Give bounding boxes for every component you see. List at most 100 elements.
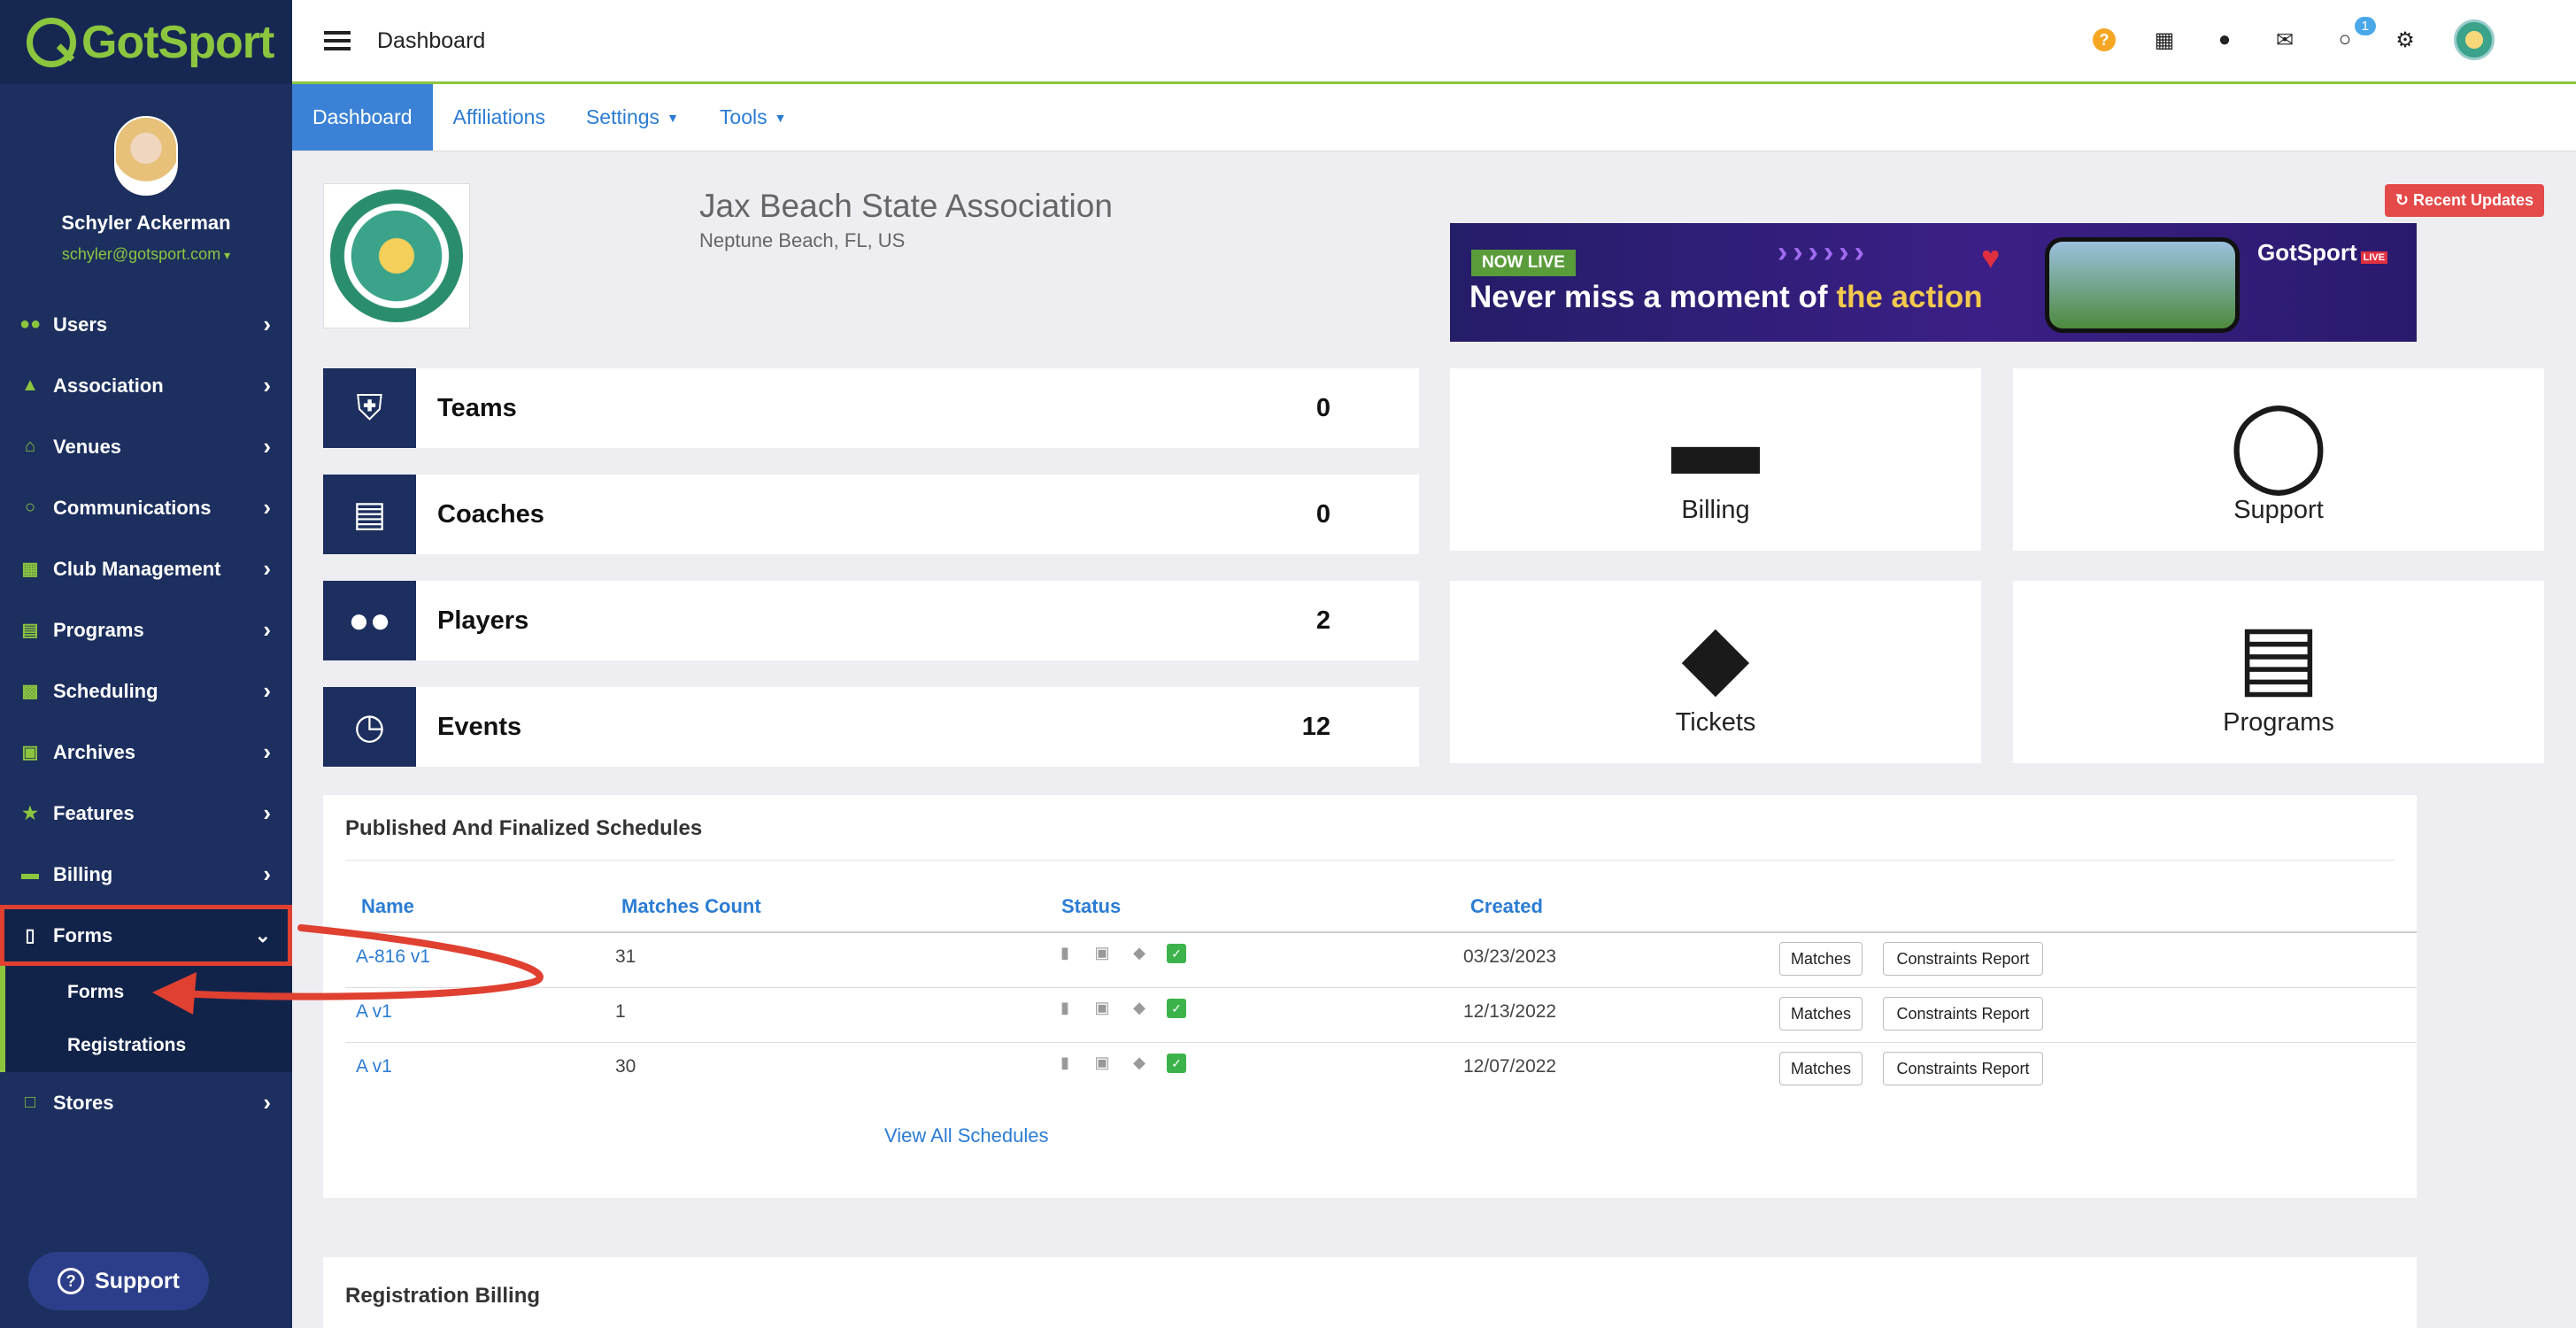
matches-count: 31 bbox=[615, 946, 636, 967]
stat-label: Teams bbox=[437, 393, 517, 422]
sidebar-item-users[interactable]: ●● Users › bbox=[0, 294, 292, 355]
stat-value: 2 bbox=[1315, 606, 1330, 635]
sidebar-item-label: Forms bbox=[53, 923, 113, 946]
column-header-status[interactable]: Status bbox=[1061, 895, 1121, 918]
stat-label: Players bbox=[437, 606, 529, 635]
profile-email-dropdown[interactable]: schyler@gotsport.com bbox=[0, 245, 292, 264]
constraints-report-button[interactable]: Constraints Report bbox=[1883, 997, 2043, 1031]
stat-card-events[interactable]: ◷ Events 12 bbox=[323, 687, 1419, 767]
sidebar-item-label: Stores bbox=[53, 1091, 114, 1114]
org-location: Neptune Beach, FL, US bbox=[699, 229, 906, 251]
topbar: Dashboard ? ▦ ● ✉ ○ 1 ⚙ bbox=[292, 0, 2576, 84]
sidebar-item-archives[interactable]: ▣ Archives › bbox=[0, 722, 292, 783]
sidebar-item-forms[interactable]: ▯ Forms ⌄ bbox=[0, 905, 292, 966]
table-row: A v1 1 ▮ ▣ ◆ ✓ 12/13/2022 Matches Constrain… bbox=[345, 988, 2417, 1043]
matches-button[interactable]: Matches bbox=[1779, 1052, 1863, 1085]
sidebar-item-scheduling[interactable]: ▩ Scheduling › bbox=[0, 660, 292, 722]
tile-tickets[interactable]: ◆ Tickets bbox=[1450, 581, 1981, 763]
tab-label: Dashboard bbox=[312, 105, 413, 128]
status-icons: ▮ ▣ ◆ ✓ bbox=[1055, 1054, 1186, 1073]
tile-programs[interactable]: ▤ Programs bbox=[2013, 581, 2544, 763]
tab-dashboard[interactable]: Dashboard bbox=[292, 84, 433, 151]
qr-code-icon[interactable]: ▦ bbox=[2153, 27, 2176, 53]
stat-label: Coaches bbox=[437, 499, 544, 529]
column-header-created[interactable]: Created bbox=[1470, 895, 1543, 918]
sidebar-item-venues[interactable]: ⌂ Venues › bbox=[0, 416, 292, 477]
sidebar-item-billing[interactable]: ▬ Billing › bbox=[0, 844, 292, 905]
sidebar-item-label: Users bbox=[53, 313, 108, 336]
tile-support[interactable]: ◯ Support bbox=[2013, 368, 2544, 551]
sidebar-item-stores[interactable]: □ Stores › bbox=[0, 1072, 292, 1133]
constraints-report-button[interactable]: Constraints Report bbox=[1883, 942, 2043, 976]
chevron-right-icon: › bbox=[263, 494, 271, 521]
matches-button[interactable]: Matches bbox=[1779, 942, 1863, 976]
shield-icon: ⛨ bbox=[323, 368, 416, 448]
stat-card-teams[interactable]: ⛨ Teams 0 bbox=[323, 368, 1419, 448]
sidebar-item-features[interactable]: ★ Features › bbox=[0, 783, 292, 844]
banner-headline: Never miss a moment of the action bbox=[1469, 280, 1983, 315]
promo-banner[interactable]: NOW LIVE Never miss a moment of the acti… bbox=[1450, 223, 2417, 342]
help-icon[interactable]: ? bbox=[2093, 28, 2116, 51]
matches-count: 30 bbox=[615, 1056, 636, 1077]
stat-card-players[interactable]: ●● Players 2 bbox=[323, 581, 1419, 660]
constraints-report-button[interactable]: Constraints Report bbox=[1883, 1052, 2043, 1085]
schedule-name-link[interactable]: A-816 v1 bbox=[356, 946, 430, 968]
sidebar-item-communications[interactable]: ○ Communications › bbox=[0, 477, 292, 538]
caret-down-icon: ▼ bbox=[667, 110, 679, 125]
stat-label: Events bbox=[437, 712, 522, 741]
org-logo bbox=[323, 183, 470, 328]
support-button[interactable]: ? Support bbox=[28, 1252, 209, 1310]
stat-value: 0 bbox=[1315, 393, 1330, 422]
user-icon[interactable]: ● bbox=[2213, 27, 2236, 52]
matches-button[interactable]: Matches bbox=[1779, 997, 1863, 1031]
view-all-schedules-link[interactable]: View All Schedules bbox=[884, 1124, 1049, 1147]
sub-navigation-tabs: Dashboard Affiliations Settings ▼ Tools ▼ bbox=[292, 84, 2576, 151]
schedules-panel: Published And Finalized Schedules Name M… bbox=[323, 795, 2417, 1198]
tab-label: Tools bbox=[719, 105, 767, 128]
sidebar-item-association[interactable]: ▲ Association › bbox=[0, 355, 292, 416]
column-header-matches-count[interactable]: Matches Count bbox=[621, 895, 761, 918]
envelope-icon[interactable]: ✉ bbox=[2273, 27, 2296, 53]
hamburger-menu-icon[interactable] bbox=[324, 31, 351, 50]
sidebar-subitem-registrations[interactable]: Registrations bbox=[0, 1019, 292, 1072]
tab-label: Affiliations bbox=[452, 105, 545, 128]
sidebar-item-label: Features bbox=[53, 801, 135, 824]
chevron-right-icon: › bbox=[263, 861, 271, 887]
registration-billing-title: Registration Billing bbox=[345, 1284, 541, 1308]
tile-label: Tickets bbox=[1675, 707, 1756, 737]
bookmark-icon: ▮ bbox=[1060, 1054, 1069, 1071]
clock-icon: ◷ bbox=[323, 687, 416, 767]
sidebar-item-label: Billing bbox=[53, 862, 113, 885]
messages-icon[interactable]: ○ 1 bbox=[2333, 17, 2376, 52]
schedule-name-link[interactable]: A v1 bbox=[356, 1001, 392, 1023]
column-header-name[interactable]: Name bbox=[361, 895, 414, 918]
note-icon: ▣ bbox=[1094, 944, 1110, 961]
gotsport-logo[interactable]: GotSport bbox=[0, 0, 292, 84]
tile-billing[interactable]: ▬ Billing bbox=[1450, 368, 1981, 551]
table-row: A v1 30 ▮ ▣ ◆ ✓ 12/07/2022 Matches Constrai… bbox=[345, 1043, 2417, 1098]
heart-icon: ♥ bbox=[1981, 239, 2001, 275]
sidebar-item-programs[interactable]: ▤ Programs › bbox=[0, 599, 292, 660]
sidebar-item-club-management[interactable]: ▦ Club Management › bbox=[0, 538, 292, 599]
home-icon: ⌂ bbox=[24, 436, 36, 456]
star-icon: ★ bbox=[22, 804, 38, 823]
document-icon: ▤ bbox=[2236, 606, 2321, 706]
tab-tools[interactable]: Tools ▼ bbox=[699, 84, 807, 151]
stat-card-coaches[interactable]: ▤ Coaches 0 bbox=[323, 475, 1419, 554]
recent-updates-button[interactable]: ↻ Recent Updates bbox=[2384, 184, 2544, 217]
org-avatar[interactable] bbox=[2454, 19, 2495, 60]
schedules-title: Published And Finalized Schedules bbox=[345, 816, 703, 840]
sidebar-subitem-forms[interactable]: Forms bbox=[0, 966, 292, 1019]
tab-settings[interactable]: Settings ▼ bbox=[566, 84, 699, 151]
banner-live-tag: LIVE bbox=[2360, 251, 2388, 264]
sidebar-item-label: Club Management bbox=[53, 557, 221, 580]
tab-affiliations[interactable]: Affiliations bbox=[433, 84, 566, 151]
schedule-name-link[interactable]: A v1 bbox=[356, 1056, 392, 1077]
bookmark-icon: ▮ bbox=[1060, 999, 1069, 1016]
sidebar: GotSport Schyler Ackerman schyler@gotspo… bbox=[0, 0, 292, 1328]
ticket-icon: ◆ bbox=[1681, 606, 1750, 706]
sidebar-nav: ●● Users › ▲ Association › ⌂ Venues › ○ Communi… bbox=[0, 294, 292, 1133]
avatar[interactable] bbox=[114, 116, 178, 196]
sidebar-item-label: Venues bbox=[53, 435, 122, 458]
gear-icon[interactable]: ⚙ bbox=[2394, 27, 2417, 53]
